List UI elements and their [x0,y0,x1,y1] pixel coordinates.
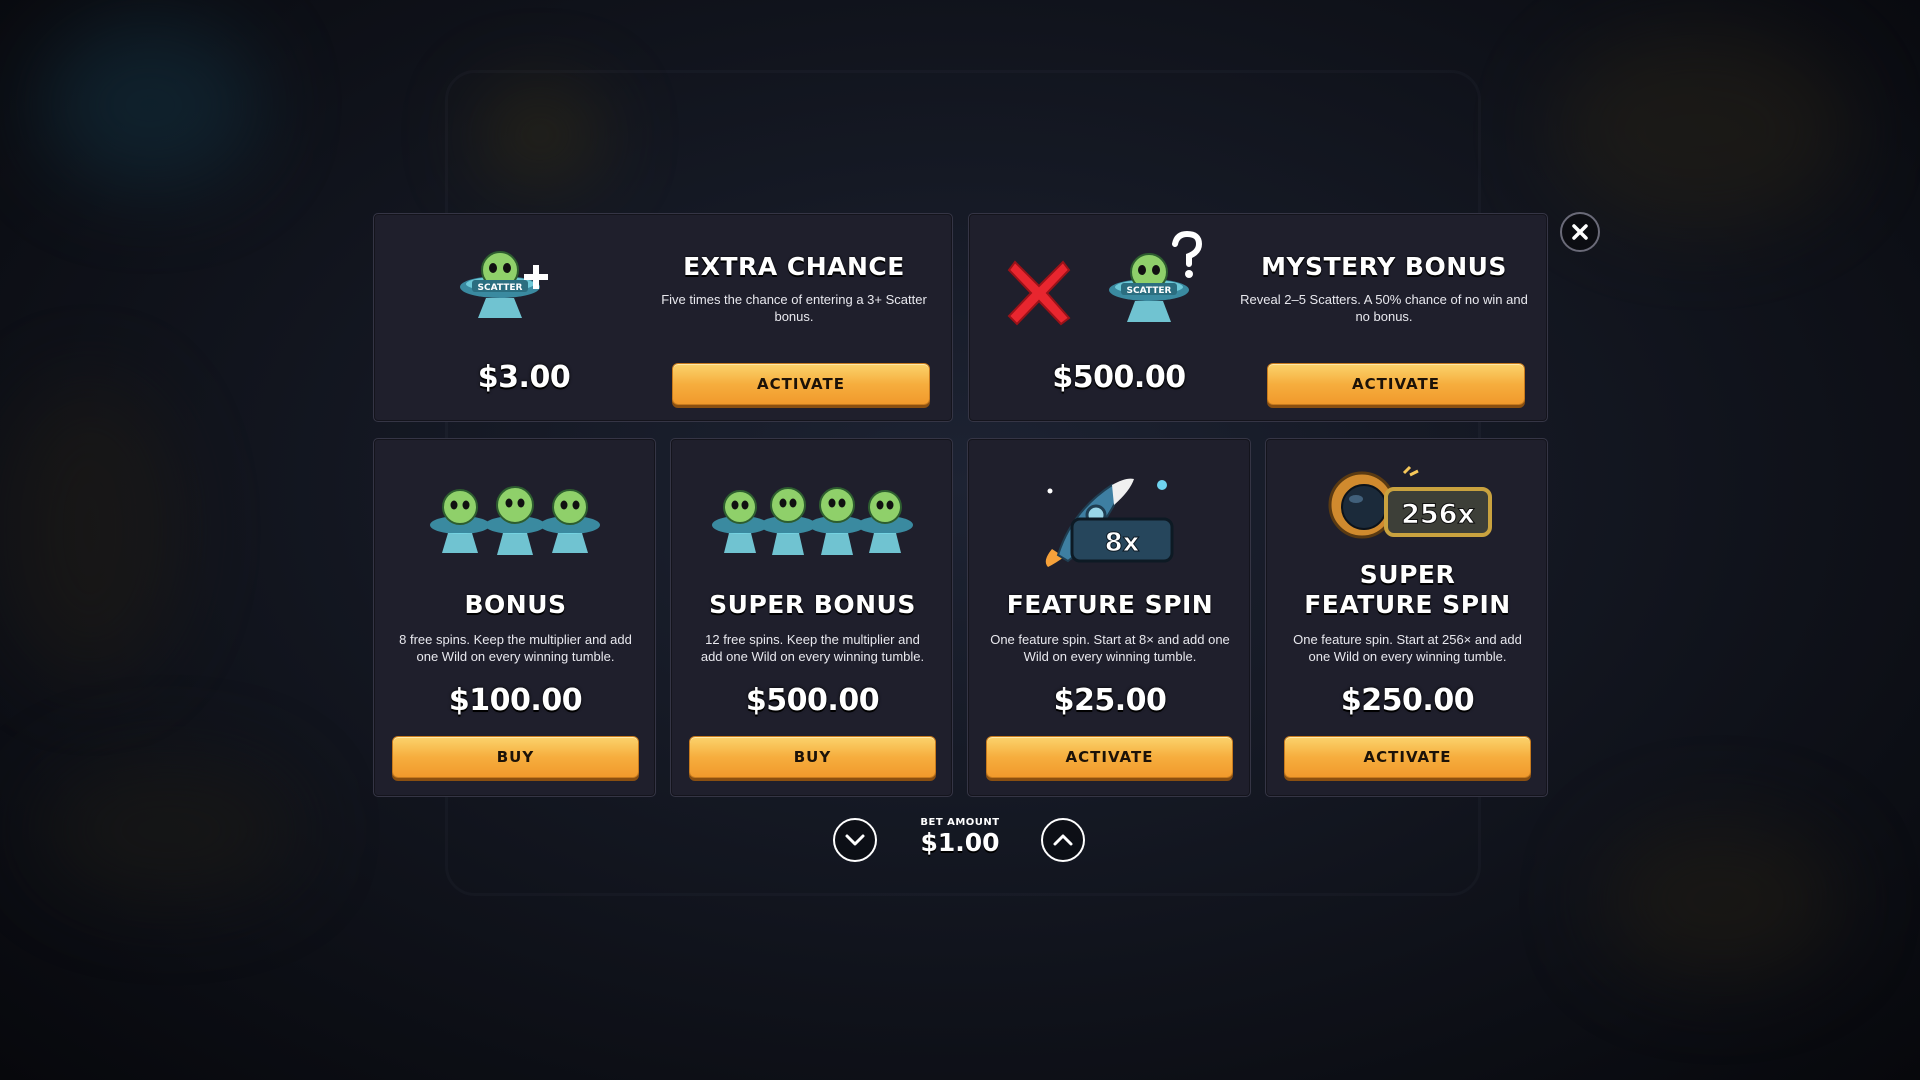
background-glow [0,380,180,680]
option-description: Reveal 2–5 Scatters. A 50% chance of no … [1240,292,1528,324]
astronaut-256x-icon: 256x [1326,465,1496,550]
option-title: MYSTERY BONUS [1261,252,1507,281]
decrease-bet-button[interactable] [833,818,877,862]
svg-text:256x: 256x [1401,499,1475,530]
option-description: One feature spin. Start at 8× and add on… [990,632,1230,664]
alien-scatter-plus-icon: SCATTER [460,242,570,322]
option-title: SUPER BONUS [709,590,916,619]
activate-button[interactable]: ACTIVATE [1267,363,1525,405]
alien-scatter-mystery-icon: SCATTER [1103,230,1213,324]
option-price: $250.00 [1340,683,1475,718]
svg-text:8x: 8x [1105,528,1140,558]
option-title: EXTRA CHANCE [683,252,905,281]
background-planet [40,20,260,190]
option-price: $25.00 [1053,683,1167,718]
three-scatters-icon [430,475,600,565]
option-title: FEATURE SPIN [1006,590,1214,619]
extra-chance-card: SCATTER EXTRA CHANCE Five times the chan… [373,213,953,422]
feature-spin-card: 8x FEATURE SPIN One feature spin. Start … [967,438,1251,797]
four-scatters-icon [710,475,915,565]
mystery-bonus-card: SCATTER MYSTERY BONUS Reveal 2–5 Scatter… [968,213,1548,422]
option-description: 12 free spins. Keep the multiplier and a… [700,632,925,664]
activate-button[interactable]: ACTIVATE [1284,736,1531,778]
option-description: Five times the chance of entering a 3+ S… [661,292,927,324]
activate-button[interactable]: ACTIVATE [986,736,1233,778]
background-glow [1600,820,1840,980]
close-button[interactable] [1560,212,1600,252]
svg-text:SCATTER: SCATTER [478,283,523,293]
option-title: BONUS [464,590,567,619]
option-description: One feature spin. Start at 256× and add … [1293,632,1522,664]
buy-button[interactable]: BUY [689,736,936,778]
option-price: $100.00 [448,683,583,718]
super-bonus-card: SUPER BONUS 12 free spins. Keep the mult… [670,438,953,797]
chevron-up-icon [1053,834,1073,846]
chevron-down-icon [845,834,865,846]
svg-text:SCATTER: SCATTER [1127,286,1172,296]
option-price: $500.00 [745,683,880,718]
background-glow [1550,30,1850,230]
super-feature-spin-card: 256x SUPER FEATURE SPIN One feature spin… [1265,438,1548,797]
bet-amount-label: BET AMOUNT [920,817,1000,828]
option-title: SUPER FEATURE SPIN [1304,560,1511,619]
bet-amount-value: $1.00 [920,828,1000,857]
option-price: $500.00 [1052,360,1186,395]
rocket-8x-icon: 8x [1042,471,1182,571]
red-x-icon [1007,256,1071,326]
option-price: $3.00 [477,360,571,395]
background-glow [40,760,300,900]
option-description: 8 free spins. Keep the multiplier and ad… [399,632,632,664]
increase-bet-button[interactable] [1041,818,1085,862]
close-icon [1572,224,1588,240]
bonus-card: BONUS 8 free spins. Keep the multiplier … [373,438,656,797]
buy-button[interactable]: BUY [392,736,639,778]
activate-button[interactable]: ACTIVATE [672,363,930,405]
